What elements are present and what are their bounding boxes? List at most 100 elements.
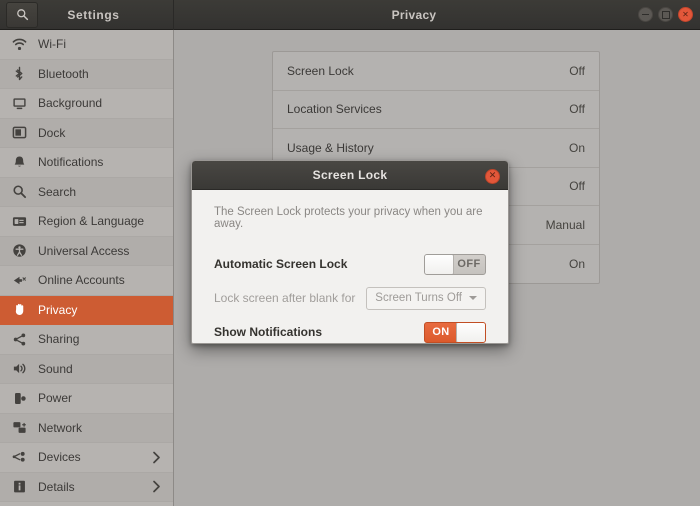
sidebar-item-label: Details <box>38 479 75 494</box>
row-value: Off <box>569 179 585 194</box>
power-icon <box>9 388 29 408</box>
sidebar-item-label: Devices <box>38 450 81 465</box>
sidebar-item-label: Universal Access <box>38 243 130 258</box>
sidebar-item-details[interactable]: Details <box>0 472 173 502</box>
details-icon <box>9 477 29 497</box>
table-row[interactable]: Screen Lock Off <box>273 52 599 91</box>
chevron-down-icon <box>469 296 477 300</box>
row-value: Off <box>569 102 585 117</box>
sidebar-item-online-accounts[interactable]: Online Accounts <box>0 266 173 296</box>
close-icon: ✕ <box>682 9 689 19</box>
settings-window: Settings Privacy ✕ Wi-Fi Bluetooth Backgro… <box>0 0 700 506</box>
row-value: On <box>568 140 585 155</box>
row-value: On <box>568 256 585 271</box>
online-accounts-icon <box>9 270 29 290</box>
sidebar-item-wi-fi[interactable]: Wi-Fi <box>0 30 173 60</box>
row-label: Screen Lock <box>287 63 354 78</box>
dialog-row: Lock screen after blank for Screen Turns … <box>214 281 486 315</box>
sidebar[interactable]: Wi-Fi Bluetooth Background Dock Notification… <box>0 30 174 506</box>
row-label: Usage & History <box>287 140 374 155</box>
sidebar-item-label: Dock <box>38 125 66 140</box>
dialog-close-button[interactable]: ✕ <box>485 169 500 184</box>
search-button[interactable] <box>6 1 38 28</box>
search-icon <box>16 8 29 21</box>
sidebar-item-privacy[interactable]: Privacy <box>0 295 173 325</box>
share-icon <box>9 329 29 349</box>
sidebar-item-search[interactable]: Search <box>0 177 173 207</box>
maximize-button[interactable] <box>658 7 673 22</box>
sidebar-item-label: Wi-Fi <box>38 37 66 52</box>
dialog-row: Automatic Screen Lock OFF <box>214 247 486 281</box>
switch-state-label: ON <box>432 326 450 338</box>
dialog-row-label: Lock screen after blank for <box>214 291 356 305</box>
sidebar-item-label: Search <box>38 184 77 199</box>
bell-icon <box>9 152 29 172</box>
toggle-switch[interactable]: ON <box>424 321 486 343</box>
sidebar-item-label: Online Accounts <box>38 273 125 288</box>
bluetooth-icon <box>9 64 29 84</box>
close-icon: ✕ <box>488 171 497 181</box>
sidebar-item-region-language[interactable]: Region & Language <box>0 207 173 237</box>
page-title: Privacy <box>391 7 437 22</box>
accessibility-icon <box>9 241 29 261</box>
sidebar-item-sharing[interactable]: Sharing <box>0 325 173 355</box>
sidebar-item-label: Network <box>38 420 83 435</box>
titlebar-sidebar-section: Settings <box>0 0 174 30</box>
dialog-row: Show Notifications ON <box>214 315 486 343</box>
devices-icon <box>9 447 29 467</box>
speaker-icon <box>9 359 29 379</box>
switch-knob <box>425 254 454 274</box>
sidebar-item-label: Sound <box>38 361 73 376</box>
blank-delay-dropdown[interactable]: Screen Turns Off <box>366 286 486 310</box>
dialog-rows: Automatic Screen Lock OFF Lock screen afte… <box>214 247 486 343</box>
sidebar-item-sound[interactable]: Sound <box>0 354 173 384</box>
minimize-button[interactable] <box>638 7 653 22</box>
dialog-description: The Screen Lock protects your privacy wh… <box>214 206 483 230</box>
network-icon <box>9 418 29 438</box>
dialog-row-label: Show Notifications <box>214 325 322 339</box>
row-label: Location Services <box>287 102 382 117</box>
sidebar-item-label: Region & Language <box>38 214 145 229</box>
dock-icon <box>9 123 29 143</box>
row-value: Off <box>569 63 585 78</box>
sidebar-item-network[interactable]: Network <box>0 413 173 443</box>
maximize-icon <box>661 10 670 19</box>
region-language-icon <box>9 211 29 231</box>
background-icon <box>9 93 29 113</box>
sidebar-item-label: Power <box>38 391 73 406</box>
sidebar-item-background[interactable]: Background <box>0 89 173 119</box>
sidebar-list: Wi-Fi Bluetooth Background Dock Notification… <box>0 30 173 502</box>
sidebar-item-label: Sharing <box>38 332 80 347</box>
sidebar-item-label: Bluetooth <box>38 66 89 81</box>
titlebar-main-section: Privacy ✕ <box>174 0 700 30</box>
dialog-body: The Screen Lock protects your privacy wh… <box>192 190 508 343</box>
minimize-icon <box>642 13 649 16</box>
sidebar-item-label: Background <box>38 96 103 111</box>
chevron-right-icon <box>152 480 161 493</box>
sidebar-item-devices[interactable]: Devices <box>0 443 173 473</box>
dialog-row-label: Automatic Screen Lock <box>214 257 348 271</box>
screen-lock-dialog: Screen Lock ✕ The Screen Lock protects y… <box>191 160 509 344</box>
sidebar-title: Settings <box>67 7 120 22</box>
table-row[interactable]: Location Services Off <box>273 91 599 129</box>
search-icon <box>9 182 29 202</box>
dialog-titlebar: Screen Lock ✕ <box>192 161 508 190</box>
wifi-icon <box>9 34 29 54</box>
close-button[interactable]: ✕ <box>678 7 693 22</box>
titlebar: Settings Privacy ✕ <box>0 0 700 30</box>
sidebar-item-bluetooth[interactable]: Bluetooth <box>0 59 173 89</box>
sidebar-item-label: Notifications <box>38 155 104 170</box>
dropdown-value: Screen Turns Off <box>375 292 462 304</box>
sidebar-item-label: Privacy <box>38 302 78 317</box>
switch-state-label: OFF <box>457 258 481 270</box>
sidebar-item-universal-access[interactable]: Universal Access <box>0 236 173 266</box>
sidebar-item-dock[interactable]: Dock <box>0 118 173 148</box>
chevron-right-icon <box>152 451 161 464</box>
dialog-title: Screen Lock <box>312 168 388 182</box>
sidebar-item-power[interactable]: Power <box>0 384 173 414</box>
toggle-switch[interactable]: OFF <box>424 253 486 275</box>
privacy-hand-icon <box>9 300 29 320</box>
row-value: Manual <box>545 217 585 232</box>
sidebar-item-notifications[interactable]: Notifications <box>0 148 173 178</box>
switch-knob <box>456 322 485 342</box>
